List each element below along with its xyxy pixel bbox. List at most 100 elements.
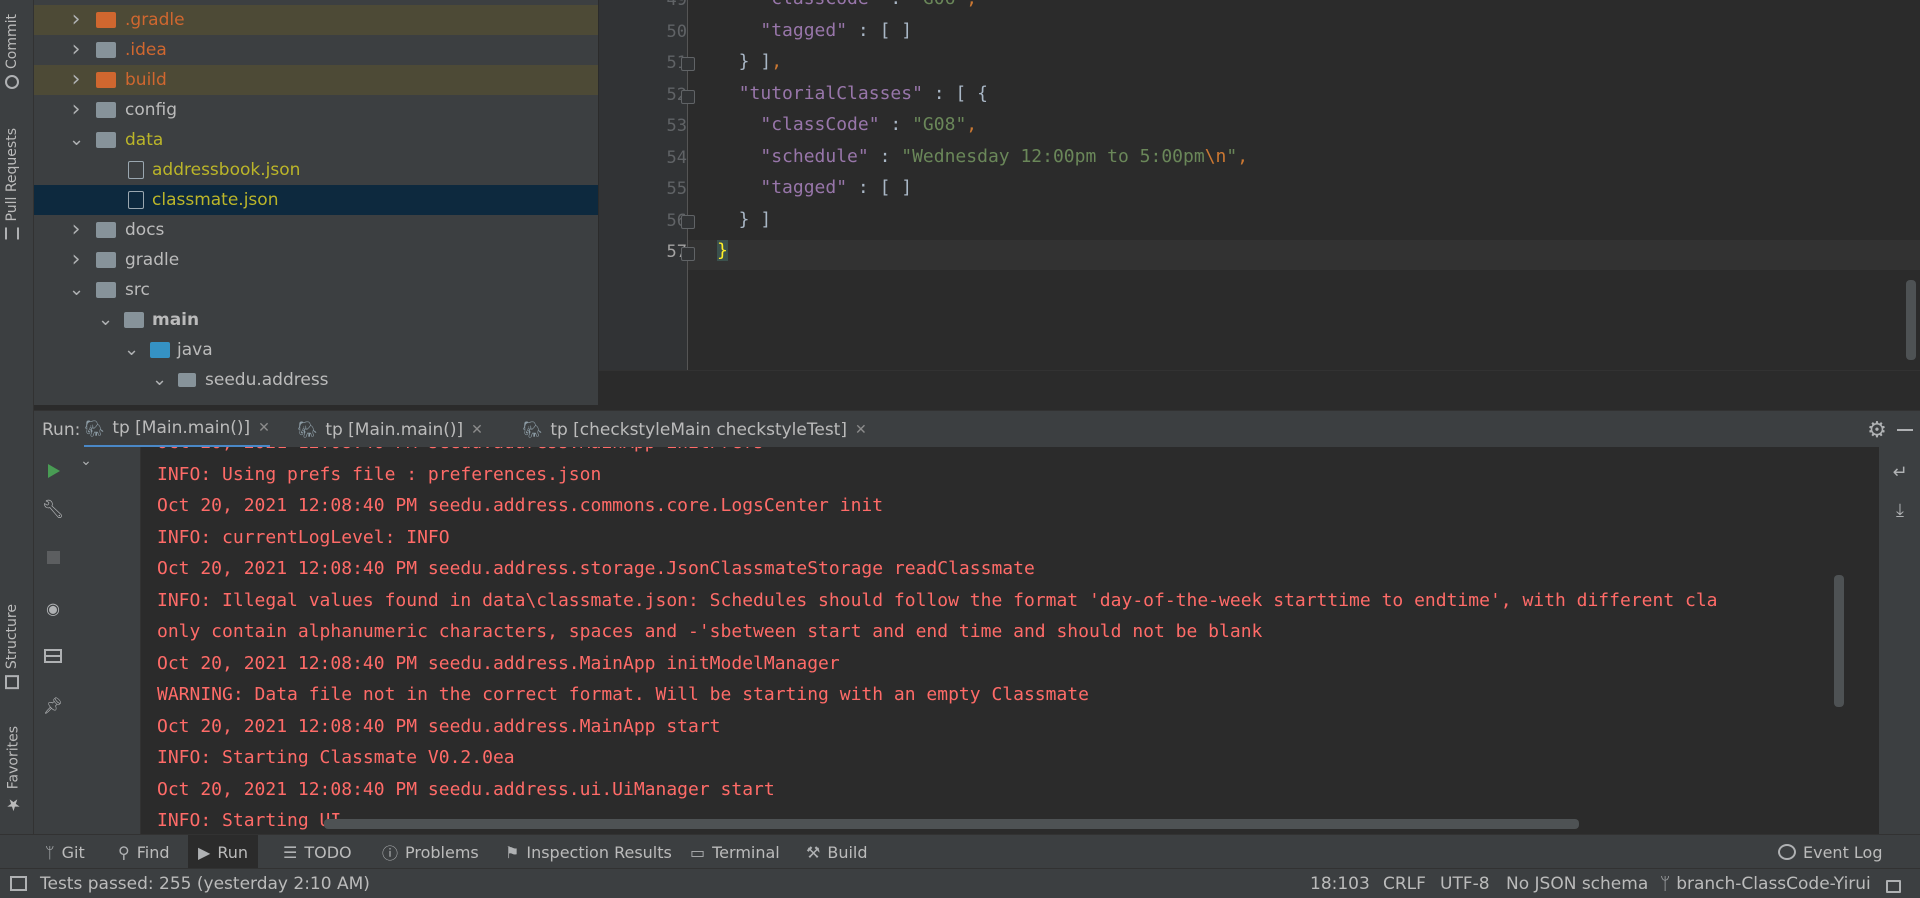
chevron-right-icon[interactable]: › [69, 219, 83, 241]
console-line: INFO: Using prefs file : preferences.jso… [157, 463, 602, 485]
close-icon[interactable]: ✕ [258, 420, 270, 436]
console-line: Oct 20, 2021 12:08:40 PM seedu.address.u… [157, 778, 775, 800]
bottom-tab-git[interactable]: ᛘ Git [45, 835, 85, 869]
bottom-tab-inspection-results[interactable]: ⚑ Inspection Results [505, 835, 672, 869]
tree-item-idea[interactable]: › .idea [34, 35, 598, 65]
structure-icon [5, 675, 19, 690]
settings-gear-icon[interactable]: ⚙ [1866, 418, 1888, 443]
console-line: WARNING: Data file not in the correct fo… [157, 684, 1089, 705]
bottom-tab-label: Terminal [712, 842, 780, 862]
tree-item-java[interactable]: ⌄ java [34, 335, 598, 365]
scroll-to-end-icon[interactable]: ⤓ [1889, 499, 1911, 521]
layout-icon[interactable] [43, 646, 63, 666]
bottom-tab-find[interactable]: ⚲ Find [118, 835, 170, 869]
tree-item-docs[interactable]: › docs [34, 215, 598, 245]
close-icon[interactable]: ✕ [855, 422, 867, 438]
console-line: Oct 20, 2021 12:08:40 PM seedu.address.M… [157, 652, 840, 674]
status-layout-icon[interactable] [10, 869, 27, 898]
chevron-down-icon[interactable]: ⌄ [69, 131, 84, 149]
tests-status[interactable]: Tests passed: 255 (yesterday 2:10 AM) [40, 869, 370, 898]
folder-icon [150, 342, 170, 358]
inspection-icon: ⚑ [505, 842, 520, 862]
chevron-down-icon[interactable]: ⌄ [78, 453, 94, 469]
tree-item-label: gradle [125, 250, 180, 270]
event-log-tab[interactable]: Event Log [1778, 835, 1883, 869]
code-editor[interactable]: 495051525354555657 "classCode" : "G06", … [599, 0, 1920, 405]
soft-wrap-icon[interactable]: ↵ [1889, 461, 1911, 483]
rerun-icon[interactable] [43, 461, 63, 481]
tree-item-gradle[interactable]: › gradle [34, 245, 598, 275]
console-hscroll-thumb[interactable] [324, 819, 1579, 829]
commit-tab-label: Commit [4, 14, 20, 69]
tree-item-label: .idea [125, 40, 167, 60]
tree-item-label: docs [125, 220, 165, 240]
tree-item-seedu-address[interactable]: ⌄ seedu.address [34, 365, 598, 395]
fold-marker-icon[interactable] [681, 90, 695, 104]
commit-tool-tab[interactable]: Commit [4, 14, 20, 89]
tree-item-main[interactable]: ⌄ main [34, 305, 598, 335]
tree-item-label: .gradle [125, 10, 185, 30]
fold-marker-icon[interactable] [681, 247, 695, 261]
tree-item-gradle[interactable]: › .gradle [34, 5, 598, 35]
current-line-highlight [687, 240, 1920, 270]
caret-position[interactable]: 18:103 [1310, 869, 1370, 898]
run-tab[interactable]: 🐘︎ tp [Main.main()] ✕ [297, 411, 483, 448]
fold-marker-icon[interactable] [681, 215, 695, 229]
bottom-tab-label: Build [827, 842, 868, 862]
run-tab-label: tp [checkstyleMain checkstyleTest] [550, 419, 847, 440]
editor-scrollbar-thumb[interactable] [1906, 280, 1916, 360]
lock-icon[interactable] [1886, 869, 1901, 898]
bottom-tab-build[interactable]: ⚒ Build [806, 835, 868, 869]
wrench-icon[interactable]: 🔧︎ [42, 499, 65, 520]
console-vscroll-thumb[interactable] [1834, 575, 1844, 707]
bottom-tab-problems[interactable]: ⓘ Problems [382, 835, 479, 869]
line-number: 49 [666, 0, 687, 10]
chevron-down-icon[interactable]: ⌄ [69, 281, 84, 299]
git-branch[interactable]: ᛘ branch-ClassCode-Yirui [1660, 869, 1871, 898]
chevron-right-icon[interactable]: › [69, 99, 83, 121]
file-encoding[interactable]: UTF-8 [1440, 869, 1490, 898]
fold-marker-icon[interactable] [681, 57, 695, 71]
chevron-down-icon[interactable]: ⌄ [124, 341, 139, 359]
line-separator[interactable]: CRLF [1383, 869, 1426, 898]
close-icon[interactable]: ✕ [471, 422, 483, 438]
bottom-tab-todo[interactable]: ☰ TODO [283, 835, 352, 869]
stop-icon[interactable] [43, 547, 63, 567]
chevron-right-icon[interactable]: › [69, 9, 83, 31]
tree-item-build[interactable]: › build [34, 65, 598, 95]
json-schema[interactable]: No JSON schema [1506, 869, 1648, 898]
chevron-down-icon[interactable]: ⌄ [98, 311, 113, 329]
chevron-right-icon[interactable]: › [69, 69, 83, 91]
minimize-icon[interactable] [1894, 419, 1916, 441]
tree-item-label: src [125, 280, 150, 300]
line-number: 54 [666, 147, 687, 168]
search-icon: ⚲ [118, 842, 130, 862]
chevron-right-icon[interactable]: › [69, 39, 83, 61]
line-number: 53 [666, 116, 687, 136]
hammer-icon: ⚒ [806, 842, 821, 862]
chevron-right-icon[interactable]: › [69, 249, 83, 271]
chevron-down-icon[interactable]: ⌄ [152, 371, 167, 389]
console-line: INFO: Illegal values found in data\class… [157, 589, 1718, 611]
run-tool-header: Run: 🐘︎ tp [Main.main()] ✕ 🐘︎ tp [Main.main(… [34, 410, 1920, 448]
code-line: "schedule" : "Wednesday 12:00pm to 5:00p… [760, 145, 1249, 167]
pull-requests-tool-tab[interactable]: Pull Requests [4, 128, 20, 240]
run-tab[interactable]: 🐘︎ tp [checkstyleMain checkstyleTest] ✕ [522, 411, 867, 448]
tree-item-classmate-json[interactable]: classmate.json [34, 185, 598, 215]
console-output[interactable]: Oct 20, 2021 12:08:40 PM seedu.address.M… [141, 447, 1879, 834]
star-icon: ★ [4, 795, 23, 815]
line-number: 57 [666, 242, 687, 262]
pin-icon[interactable]: 📌︎ [43, 695, 63, 715]
bottom-tab-run[interactable]: ▶ Run [188, 835, 258, 869]
run-tab[interactable]: 🐘︎ tp [Main.main()] ✕ [84, 411, 270, 448]
tree-item-config[interactable]: › config [34, 95, 598, 125]
bottom-tab-terminal[interactable]: ▭ Terminal [690, 835, 780, 869]
console-line: Oct 20, 2021 12:08:40 PM seedu.address.M… [157, 447, 764, 453]
structure-tool-tab[interactable]: Structure [4, 604, 20, 690]
tree-item-data[interactable]: ⌄ data [34, 125, 598, 155]
tree-item-addressbook-json[interactable]: addressbook.json [34, 155, 598, 185]
favorites-tool-tab[interactable]: ★ Favorites [4, 726, 23, 814]
folder-icon [96, 282, 116, 298]
tree-item-src[interactable]: ⌄ src [34, 275, 598, 305]
eye-icon[interactable]: ◉ [43, 598, 63, 618]
